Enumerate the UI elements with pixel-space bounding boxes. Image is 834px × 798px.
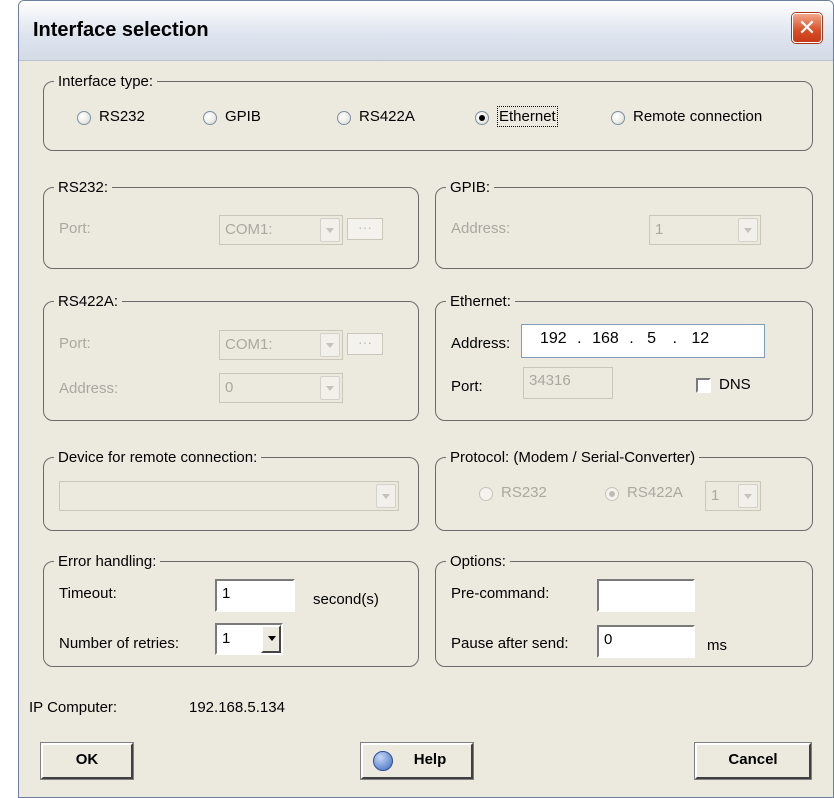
protocol-radio-rs422a-label[interactable]: RS422A: [627, 484, 683, 501]
ip-computer-value: 192.168.5.134: [189, 699, 285, 716]
interface-type-legend: Interface type:: [58, 73, 154, 90]
ip-octet-2[interactable]: 168: [592, 330, 619, 347]
pause-label: Pause after send:: [451, 635, 569, 652]
rs232-port-label: Port:: [59, 220, 91, 237]
cancel-button[interactable]: Cancel: [694, 742, 812, 780]
ip-separator: .: [629, 330, 634, 347]
protocol-unit-combo[interactable]: 1: [705, 481, 761, 511]
ip-computer-label: IP Computer:: [29, 699, 118, 716]
chevron-down-icon[interactable]: [738, 484, 758, 508]
radio-gpib[interactable]: [203, 111, 217, 125]
pause-input[interactable]: 0: [597, 625, 695, 658]
gpib-legend: GPIB:: [450, 179, 491, 196]
radio-ethernet[interactable]: [475, 111, 489, 125]
retries-label: Number of retries:: [59, 635, 180, 652]
options-legend: Options:: [450, 553, 506, 570]
rs422a-address-value: 0: [225, 379, 234, 396]
ip-octet-3[interactable]: 5: [647, 330, 656, 347]
chevron-down-icon[interactable]: [320, 333, 340, 357]
window-title: Interface selection: [33, 19, 209, 41]
rs422a-port-combo[interactable]: COM1:: [219, 330, 343, 360]
retries-combo[interactable]: 1: [215, 623, 283, 655]
help-button-label: Help: [413, 751, 447, 768]
dns-label[interactable]: DNS: [719, 376, 751, 393]
chevron-down-icon[interactable]: [320, 376, 340, 400]
ip-separator: .: [672, 330, 677, 347]
ip-octet-4[interactable]: 12: [691, 330, 709, 347]
precommand-input[interactable]: [597, 579, 695, 612]
rs232-browse-button[interactable]: ···: [347, 218, 383, 240]
precommand-label: Pre-command:: [451, 585, 550, 602]
rs232-port-value: COM1:: [225, 221, 273, 238]
timeout-input[interactable]: 1: [215, 579, 295, 612]
rs232-legend: RS232:: [58, 179, 109, 196]
radio-rs422a-label[interactable]: RS422A: [359, 108, 415, 125]
ethernet-port-label: Port:: [451, 378, 483, 395]
timeout-unit: second(s): [313, 591, 379, 608]
radio-ethernet-label[interactable]: Ethernet: [497, 106, 558, 127]
chevron-down-icon[interactable]: [261, 625, 281, 653]
protocol-unit-value: 1: [711, 487, 720, 504]
gpib-address-value: 1: [655, 221, 664, 238]
protocol-radio-rs232-label[interactable]: RS232: [501, 484, 547, 501]
remote-device-combo[interactable]: [59, 481, 399, 511]
timeout-label: Timeout:: [59, 585, 117, 602]
ip-separator: .: [577, 330, 582, 347]
radio-remote-connection-label[interactable]: Remote connection: [633, 108, 762, 125]
pause-unit: ms: [707, 637, 727, 654]
chevron-down-icon[interactable]: [738, 218, 758, 242]
title-bar[interactable]: Interface selection ✕: [19, 1, 833, 61]
chevron-down-icon[interactable]: [376, 484, 396, 508]
dialog-window: Interface selection ✕ Interface type: RS…: [18, 0, 834, 798]
ip-octet-1[interactable]: 192: [540, 330, 567, 347]
rs422a-legend: RS422A:: [58, 293, 119, 310]
gpib-address-combo[interactable]: 1: [649, 215, 761, 245]
error-handling-legend: Error handling:: [58, 553, 157, 570]
help-question-icon: [373, 751, 393, 771]
radio-rs232[interactable]: [77, 111, 91, 125]
close-icon[interactable]: ✕: [792, 13, 822, 43]
radio-rs422a[interactable]: [337, 111, 351, 125]
ethernet-address-label: Address:: [451, 335, 511, 352]
remote-device-legend: Device for remote connection:: [58, 449, 258, 466]
rs422a-address-label: Address:: [59, 380, 119, 397]
protocol-radio-rs232[interactable]: [479, 487, 493, 501]
protocol-radio-rs422a[interactable]: [605, 487, 619, 501]
ethernet-ip-input[interactable]: 192 . 168 . 5 . 12: [521, 324, 765, 358]
rs422a-port-label: Port:: [59, 335, 91, 352]
rs422a-address-combo[interactable]: 0: [219, 373, 343, 403]
protocol-legend: Protocol: (Modem / Serial-Converter): [450, 449, 696, 466]
gpib-address-label: Address:: [451, 220, 511, 237]
rs422a-browse-button[interactable]: ···: [347, 333, 383, 355]
rs232-port-combo[interactable]: COM1:: [219, 215, 343, 245]
dns-checkbox[interactable]: [696, 378, 711, 393]
radio-remote-connection[interactable]: [611, 111, 625, 125]
retries-value: 1: [222, 630, 231, 647]
radio-gpib-label[interactable]: GPIB: [225, 108, 261, 125]
ethernet-port-input[interactable]: 34316: [523, 367, 613, 399]
rs422a-port-value: COM1:: [225, 336, 273, 353]
ok-button[interactable]: OK: [40, 742, 134, 780]
help-button[interactable]: Help: [360, 742, 474, 780]
ethernet-legend: Ethernet:: [450, 293, 511, 310]
radio-rs232-label[interactable]: RS232: [99, 108, 145, 125]
chevron-down-icon[interactable]: [320, 218, 340, 242]
